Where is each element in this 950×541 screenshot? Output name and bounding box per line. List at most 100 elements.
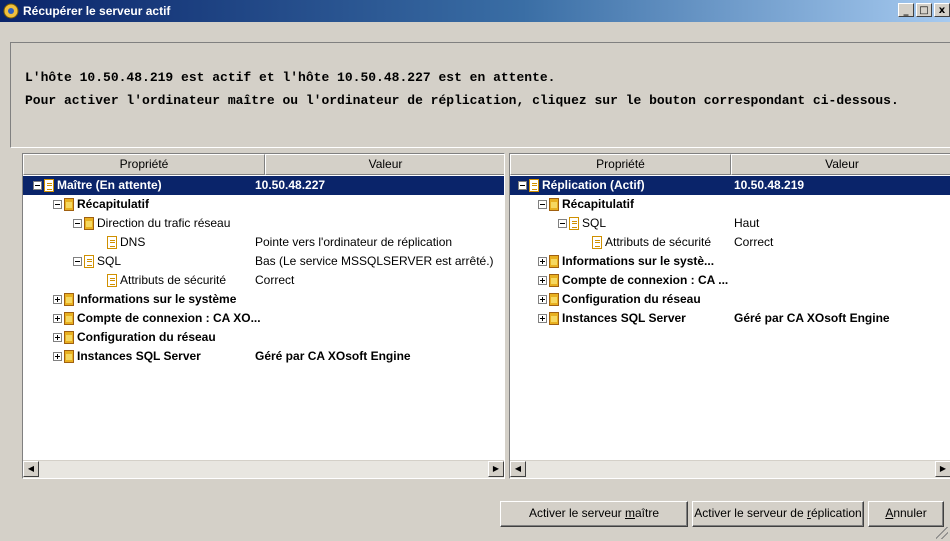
- row-label: Récapitulatif: [562, 197, 635, 211]
- scroll-right-button[interactable]: ▶: [935, 461, 950, 477]
- row-label: Réplication (Actif): [542, 178, 645, 192]
- title-bar: Récupérer le serveur actif _ □ x: [0, 0, 950, 22]
- folder-icon: [549, 293, 559, 306]
- tree-row-summary[interactable]: Récapitulatif: [23, 195, 504, 214]
- folder-icon: [549, 255, 559, 268]
- expand-icon[interactable]: [53, 314, 62, 323]
- column-header-value[interactable]: Valeur: [265, 154, 504, 175]
- folder-icon: [549, 198, 559, 211]
- document-icon: [107, 236, 117, 249]
- document-icon: [592, 236, 602, 249]
- folder-icon: [64, 198, 74, 211]
- button-label-part: aître: [635, 506, 660, 520]
- horizontal-scrollbar[interactable]: ◀ ▶: [23, 460, 504, 478]
- expand-icon[interactable]: [53, 333, 62, 342]
- expand-icon[interactable]: [53, 295, 62, 304]
- row-label: Instances SQL Server: [562, 311, 686, 325]
- expand-icon[interactable]: [53, 352, 62, 361]
- row-label: Configuration du réseau: [562, 292, 701, 306]
- horizontal-scrollbar[interactable]: ◀ ▶: [510, 460, 950, 478]
- tree-row-dns[interactable]: DNS Pointe vers l'ordinateur de réplicat…: [23, 233, 504, 252]
- collapse-icon[interactable]: [518, 181, 527, 190]
- collapse-icon[interactable]: [53, 200, 62, 209]
- message-line-1: L'hôte 10.50.48.219 est actif et l'hôte …: [25, 70, 556, 85]
- recover-server-icon: [3, 3, 19, 19]
- tree-row-sql[interactable]: SQL Bas (Le service MSSQLSERVER est arrê…: [23, 252, 504, 271]
- document-icon: [44, 179, 54, 192]
- tree-row-system-info[interactable]: Informations sur le système: [23, 290, 504, 309]
- row-label: Instances SQL Server: [77, 349, 201, 363]
- expand-icon[interactable]: [538, 295, 547, 304]
- tree-row-summary[interactable]: Récapitulatif: [510, 195, 950, 214]
- row-value: Pointe vers l'ordinateur de réplication: [255, 235, 453, 249]
- collapse-icon[interactable]: [33, 181, 42, 190]
- close-button[interactable]: x: [934, 3, 950, 17]
- row-label: Compte de connexion : CA ...: [562, 273, 729, 287]
- tree-row-master[interactable]: Maître (En attente) 10.50.48.227: [23, 176, 504, 195]
- row-label: Compte de connexion : CA XO...: [77, 311, 261, 325]
- tree-row-security-attributes[interactable]: Attributs de sécurité Correct: [23, 271, 504, 290]
- resize-grip-icon[interactable]: [936, 527, 948, 539]
- collapse-icon[interactable]: [73, 257, 82, 266]
- maximize-button[interactable]: □: [916, 3, 932, 17]
- activate-master-button[interactable]: Activer le serveur maître: [500, 501, 688, 527]
- message-box: L'hôte 10.50.48.219 est actif et l'hôte …: [10, 42, 950, 148]
- folder-icon: [64, 350, 74, 363]
- folder-icon: [549, 274, 559, 287]
- row-label: SQL: [582, 216, 607, 230]
- column-header-property[interactable]: Propriété: [510, 154, 731, 175]
- row-value: Géré par CA XOsoft Engine: [255, 349, 411, 363]
- tree-row-security-attributes[interactable]: Attributs de sécurité Correct: [510, 233, 950, 252]
- folder-icon: [84, 217, 94, 230]
- document-icon: [529, 179, 539, 192]
- button-label-part: nnuler: [893, 506, 927, 520]
- button-label-accelerator: m: [625, 506, 635, 520]
- folder-icon: [64, 312, 74, 325]
- scroll-left-button[interactable]: ◀: [510, 461, 526, 477]
- tree-row-network-config[interactable]: Configuration du réseau: [23, 328, 504, 347]
- button-label-part: éplication: [811, 506, 862, 520]
- activate-replica-button[interactable]: Activer le serveur de réplication: [692, 501, 864, 527]
- collapse-icon[interactable]: [558, 219, 567, 228]
- document-icon: [107, 274, 117, 287]
- collapse-icon[interactable]: [538, 200, 547, 209]
- column-header-property[interactable]: Propriété: [23, 154, 265, 175]
- row-label: DNS: [120, 235, 146, 249]
- row-value: Bas (Le service MSSQLSERVER est arrêté.): [255, 254, 494, 268]
- row-value: 10.50.48.219: [734, 178, 805, 192]
- scroll-left-button[interactable]: ◀: [23, 461, 39, 477]
- button-label-part: Activer le serveur: [528, 506, 625, 520]
- row-label: Maître (En attente): [57, 178, 162, 192]
- tree-row-network-config[interactable]: Configuration du réseau: [510, 290, 950, 309]
- folder-icon: [64, 331, 74, 344]
- row-label: Direction du trafic réseau: [97, 216, 231, 230]
- tree-row-replica[interactable]: Réplication (Actif) 10.50.48.219: [510, 176, 950, 195]
- scroll-right-button[interactable]: ▶: [488, 461, 504, 477]
- tree-row-login-account[interactable]: Compte de connexion : CA ...: [510, 271, 950, 290]
- row-value: Haut: [734, 216, 760, 230]
- replica-properties-panel[interactable]: Propriété Valeur Réplication (Actif) 10.…: [509, 153, 950, 479]
- expand-icon[interactable]: [538, 276, 547, 285]
- expand-icon[interactable]: [538, 257, 547, 266]
- window-title: Récupérer le serveur actif: [23, 4, 171, 18]
- tree-row-sql[interactable]: SQL Haut: [510, 214, 950, 233]
- row-label: Récapitulatif: [77, 197, 150, 211]
- document-icon: [84, 255, 94, 268]
- minimize-button[interactable]: _: [898, 3, 914, 17]
- tree-row-sql-instances[interactable]: Instances SQL Server Géré par CA XOsoft …: [510, 309, 950, 328]
- tree-row-traffic-direction[interactable]: Direction du trafic réseau: [23, 214, 504, 233]
- tree-row-login-account[interactable]: Compte de connexion : CA XO...: [23, 309, 504, 328]
- column-header-value[interactable]: Valeur: [731, 154, 950, 175]
- row-label: SQL: [97, 254, 122, 268]
- row-label: Informations sur le systè...: [562, 254, 715, 268]
- tree-row-sql-instances[interactable]: Instances SQL Server Géré par CA XOsoft …: [23, 347, 504, 366]
- collapse-icon[interactable]: [73, 219, 82, 228]
- cancel-button[interactable]: Annuler: [868, 501, 944, 527]
- row-value: 10.50.48.227: [255, 178, 326, 192]
- document-icon: [569, 217, 579, 230]
- row-label: Configuration du réseau: [77, 330, 216, 344]
- master-properties-panel[interactable]: Propriété Valeur Maître (En attente) 10.…: [22, 153, 505, 479]
- expand-icon[interactable]: [538, 314, 547, 323]
- row-value: Correct: [734, 235, 774, 249]
- tree-row-system-info[interactable]: Informations sur le systè...: [510, 252, 950, 271]
